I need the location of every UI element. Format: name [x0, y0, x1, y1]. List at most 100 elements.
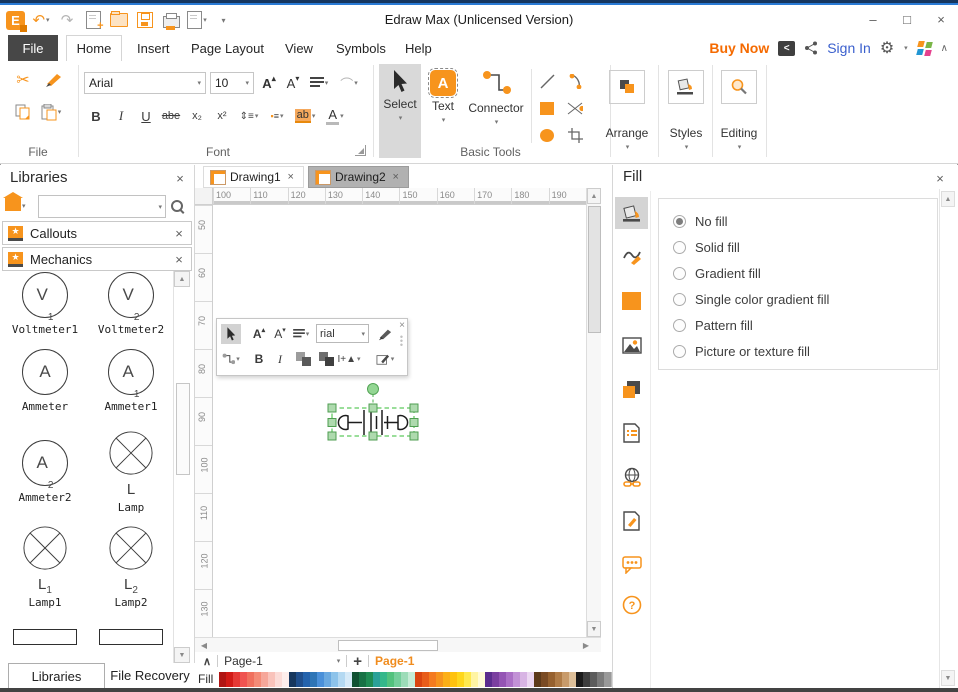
radio-icon[interactable] [673, 241, 686, 254]
copy-button[interactable] [12, 101, 34, 123]
color-swatch[interactable] [443, 672, 450, 687]
export-button[interactable]: ▾ [187, 10, 207, 30]
color-swatch[interactable] [541, 672, 548, 687]
radio-icon[interactable] [673, 215, 686, 228]
scroll-right-icon[interactable]: ▶ [579, 639, 593, 652]
close-mechanics-icon[interactable]: × [171, 251, 187, 267]
close-drawing1-icon[interactable]: × [286, 169, 296, 185]
fill-option-no-fill[interactable]: No fill [673, 211, 728, 231]
mini-select-button[interactable] [221, 324, 241, 344]
arc-shape-button[interactable] [564, 70, 586, 92]
library-symbol-lamp1[interactable]: L1Lamp1 [2, 519, 88, 615]
quick-style-tab-button[interactable] [615, 373, 648, 405]
font-size-select[interactable]: 10▾ [210, 72, 254, 94]
ellipse-shape-button[interactable] [536, 124, 558, 146]
canvas-vertical-scrollbar[interactable]: ▲ ▼ [586, 188, 601, 637]
library-symbol[interactable] [88, 615, 174, 663]
comment-tab-button[interactable] [615, 549, 648, 581]
mini-insert-button[interactable]: I+▲▾ [339, 349, 359, 369]
tab-insert[interactable]: Insert [124, 35, 183, 61]
close-button[interactable]: × [924, 5, 958, 33]
color-swatch[interactable] [387, 672, 394, 687]
font-family-select[interactable]: Arial▾ [84, 72, 206, 94]
color-swatch[interactable] [226, 672, 233, 687]
pencil-tool-button[interactable] [564, 97, 586, 119]
color-swatch[interactable] [548, 672, 555, 687]
text-align-button[interactable]: ▾ [308, 72, 330, 94]
close-libraries-icon[interactable]: × [172, 170, 188, 186]
library-symbol-ammeter2[interactable]: A2Ammeter2 [2, 425, 88, 519]
mini-toolbar-handle[interactable]: ••• [400, 335, 403, 347]
scroll-up-icon[interactable]: ▲ [587, 188, 601, 204]
page-tab-active[interactable]: Page-1 [375, 654, 414, 668]
new-document-button[interactable]: + [83, 10, 103, 30]
close-callouts-icon[interactable]: × [171, 225, 187, 241]
color-swatch[interactable] [331, 672, 338, 687]
mini-italic-button[interactable]: I [270, 349, 290, 369]
library-symbol-voltmeter1[interactable]: V1Voltmeter1 [2, 271, 88, 337]
line-tab-button[interactable] [615, 241, 648, 273]
scroll-up-icon[interactable]: ▲ [941, 191, 955, 207]
color-swatch[interactable] [268, 672, 275, 687]
library-symbol-lamp[interactable]: LLamp [88, 425, 174, 519]
fill-option-gradient-fill[interactable]: Gradient fill [673, 263, 761, 283]
fill-option-picture-or-texture-fill[interactable]: Picture or texture fill [673, 341, 810, 361]
radio-icon[interactable] [673, 345, 686, 358]
library-home-button[interactable]: ▾ [5, 194, 26, 211]
editing-button[interactable]: Editing ▾ [714, 64, 764, 158]
save-button[interactable] [135, 10, 155, 30]
battery-symbol[interactable] [338, 410, 407, 435]
decrease-font-button[interactable]: A▾ [282, 72, 304, 94]
collapse-page-bar-icon[interactable]: ∧ [203, 655, 211, 668]
color-swatch[interactable] [569, 672, 576, 687]
color-swatch[interactable] [338, 672, 345, 687]
undo-button[interactable]: ↶▾ [31, 10, 51, 30]
fill-option-pattern-fill[interactable]: Pattern fill [673, 315, 753, 335]
canvas[interactable]: A▴ A▾ ▾ rial▾ × ••• ▾ B I I+▲▾ ▾ [213, 205, 586, 637]
color-swatch[interactable] [583, 672, 590, 687]
arrange-button[interactable]: Arrange ▾ [598, 64, 656, 158]
pinwheel-icon[interactable] [917, 41, 932, 56]
underline-button[interactable]: U [135, 105, 157, 127]
library-search-button[interactable] [171, 199, 183, 217]
rotation-handle[interactable] [368, 384, 379, 395]
color-swatch[interactable] [429, 672, 436, 687]
paste-button[interactable]: ▾ [40, 101, 62, 123]
scrollbar-thumb[interactable] [588, 206, 601, 333]
color-swatch[interactable] [422, 672, 429, 687]
color-swatch[interactable] [485, 672, 492, 687]
maximize-button[interactable]: □ [890, 5, 924, 33]
add-page-button[interactable]: + [353, 653, 362, 670]
doc-tab-drawing2[interactable]: Drawing2 × [308, 166, 409, 188]
share-screen-icon[interactable]: < [778, 41, 795, 56]
color-swatch[interactable] [527, 672, 534, 687]
color-swatch[interactable] [380, 672, 387, 687]
color-swatch[interactable] [415, 672, 422, 687]
cut-button[interactable]: ✂ [12, 69, 34, 91]
mini-connector-button[interactable]: ▾ [221, 349, 241, 369]
line-shape-button[interactable] [536, 70, 558, 92]
color-swatch[interactable] [310, 672, 317, 687]
collapse-ribbon-icon[interactable]: ∧ [941, 43, 948, 54]
mini-decrease-font-button[interactable]: A▾ [270, 324, 290, 344]
color-swatch[interactable] [401, 672, 408, 687]
scroll-down-icon[interactable]: ▼ [941, 670, 955, 686]
tab-libraries[interactable]: Libraries [8, 663, 105, 688]
color-swatch[interactable] [261, 672, 268, 687]
italic-button[interactable]: I [110, 105, 132, 127]
crop-tool-button[interactable] [564, 124, 586, 146]
styles-button[interactable]: Styles ▾ [662, 64, 710, 158]
color-swatch[interactable] [499, 672, 506, 687]
color-swatch[interactable] [450, 672, 457, 687]
color-swatch[interactable] [345, 672, 352, 687]
tab-help[interactable]: Help [392, 35, 445, 61]
page-setup-tab-button[interactable] [615, 417, 648, 449]
color-swatch[interactable] [534, 672, 541, 687]
mini-font-select[interactable]: rial▾ [316, 324, 369, 343]
tab-home[interactable]: Home [66, 35, 122, 61]
color-swatch[interactable] [471, 672, 478, 687]
share-nodes-icon[interactable] [804, 41, 818, 55]
selected-shape[interactable] [318, 380, 428, 450]
open-button[interactable] [109, 10, 129, 30]
color-swatch[interactable] [576, 672, 583, 687]
